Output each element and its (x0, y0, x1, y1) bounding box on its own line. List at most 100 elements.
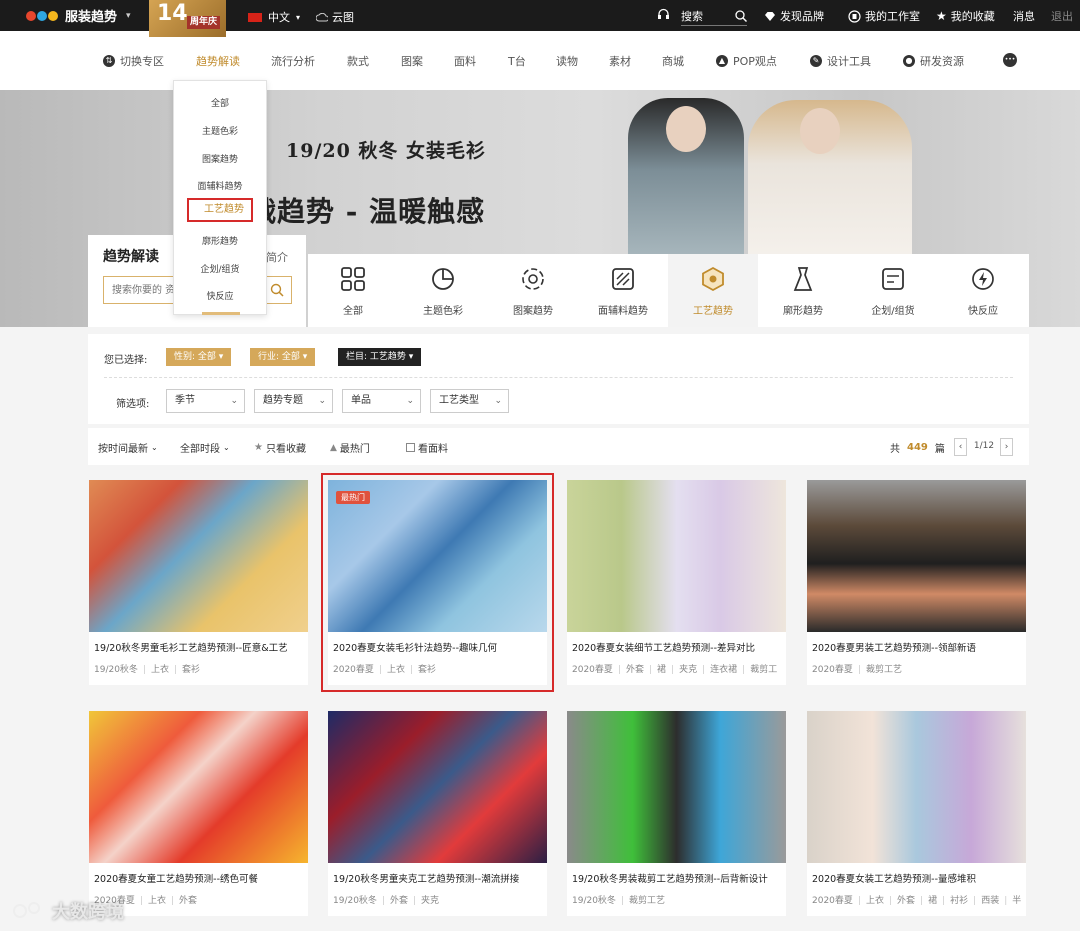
language-switch[interactable]: 中文 ▾ (248, 9, 300, 25)
nav-runway[interactable]: T台 (508, 53, 526, 69)
select-item[interactable]: 单品 ⌄ (342, 389, 421, 413)
filter-tag-industry[interactable]: 行业: 全部 ▾ (250, 348, 316, 366)
messages-link[interactable]: 消息 (1013, 8, 1035, 24)
article-tag[interactable]: 2020春夏 (333, 662, 374, 675)
search-icon[interactable] (735, 10, 747, 22)
article-tag[interactable]: 外套 (889, 893, 915, 906)
article-tag[interactable]: 套衫 (174, 662, 200, 675)
article-tag[interactable]: 上衣 (140, 893, 166, 906)
nav-books[interactable]: 读物 (556, 53, 578, 69)
dropdown-item-fast[interactable]: 快反应 (174, 289, 266, 302)
nav-design-tools[interactable]: ✎ 设计工具 (810, 53, 871, 69)
article-tag[interactable]: 裁剪工艺 (621, 893, 665, 906)
cloud-link[interactable]: 云图 (316, 9, 354, 25)
category-fast-response[interactable]: 快反应 (938, 254, 1028, 327)
article-tag[interactable]: 西装 (973, 893, 999, 906)
nav-switch-zone[interactable]: ⇅ 切换专区 (103, 53, 164, 69)
panel-intro[interactable]: 简介 (266, 249, 288, 265)
nav-mall[interactable]: 商城 (662, 53, 684, 69)
article-card[interactable]: 2020春夏女童工艺趋势预测--绣色可餐 2020春夏上衣外套 (89, 711, 308, 916)
article-thumbnail[interactable] (807, 480, 1026, 632)
pop-logo[interactable]: 服装趋势 ▾ (26, 6, 131, 25)
article-tag[interactable]: 裙 (920, 893, 937, 906)
top-search[interactable]: 搜索 (681, 8, 747, 26)
article-thumbnail[interactable] (567, 711, 786, 863)
nav-fabrics[interactable]: 面料 (454, 53, 476, 69)
article-tag[interactable]: 外套 (382, 893, 408, 906)
article-tag[interactable]: 裙 (649, 662, 666, 675)
sort-by-fabric[interactable]: 看面料 (406, 440, 448, 455)
article-tag[interactable]: 2020春夏 (812, 662, 853, 675)
logout-link[interactable]: 退出 (1051, 8, 1073, 24)
article-tag[interactable]: 夹克 (413, 893, 439, 906)
article-card-highlighted[interactable]: 最热门 2020春夏女装毛衫针法趋势--趣味几何 2020春夏上衣套衫 (321, 473, 554, 692)
dropdown-item-color[interactable]: 主题色彩 (174, 124, 266, 137)
category-planning[interactable]: 企划/组货 (848, 254, 938, 327)
article-title[interactable]: 19/20秋冬男装裁剪工艺趋势预测--后背新设计 (572, 871, 784, 885)
article-tag[interactable]: 19/20秋冬 (333, 893, 377, 906)
article-tag[interactable]: 外套 (618, 662, 644, 675)
article-tag[interactable]: 2020春夏 (812, 893, 853, 906)
select-topic[interactable]: 趋势专题 ⌄ (254, 389, 333, 413)
my-favorites-link[interactable]: ★ 我的收藏 (936, 8, 995, 24)
article-tag[interactable]: 夹克 (671, 662, 697, 675)
article-tag[interactable]: 19/20秋冬 (94, 662, 138, 675)
prev-page-button[interactable]: ‹ (954, 438, 967, 456)
article-tag[interactable]: 半 (1004, 893, 1021, 906)
article-card[interactable]: 2020春夏男装工艺趋势预测--领部新语 2020春夏裁剪工艺 (807, 480, 1026, 685)
headset-icon[interactable] (657, 8, 670, 21)
next-page-button[interactable]: › (1000, 438, 1013, 456)
article-thumbnail[interactable] (567, 480, 786, 632)
article-card[interactable]: 2020春夏女装工艺趋势预测--量感堆积 2020春夏上衣外套裙衬衫西装半 (807, 711, 1026, 916)
nav-pop-views[interactable]: ▲ POP观点 (716, 53, 777, 69)
select-craft-type[interactable]: 工艺类型 ⌄ (430, 389, 509, 413)
article-thumbnail[interactable] (89, 480, 308, 632)
nav-styles[interactable]: 款式 (347, 53, 369, 69)
article-card[interactable]: 19/20秋冬男童毛衫工艺趋势预测--匠意&工艺 19/20秋冬上衣套衫 (89, 480, 308, 685)
category-fabric[interactable]: 面辅料趋势 (578, 254, 668, 327)
nav-patterns[interactable]: 图案 (401, 53, 423, 69)
article-tag[interactable]: 上衣 (379, 662, 405, 675)
sort-hottest[interactable]: ▲ 最热门 (330, 440, 370, 456)
nav-materials[interactable]: 素材 (609, 53, 631, 69)
dropdown-item-planning[interactable]: 企划/组货 (174, 262, 266, 275)
dropdown-item-fabric[interactable]: 面辅料趋势 (174, 179, 266, 192)
article-title[interactable]: 2020春夏女装工艺趋势预测--量感堆积 (812, 871, 1024, 885)
dropdown-item-silhouette[interactable]: 廓形趋势 (174, 234, 266, 247)
discover-brand-link[interactable]: 发现品牌 (764, 8, 824, 24)
article-thumbnail[interactable] (807, 711, 1026, 863)
category-craft[interactable]: 工艺趋势 (668, 254, 758, 327)
article-thumbnail[interactable] (328, 711, 547, 863)
article-tag[interactable]: 上衣 (858, 893, 884, 906)
article-tag[interactable]: 连衣裙 (702, 662, 737, 675)
article-title[interactable]: 2020春夏女童工艺趋势预测--绣色可餐 (94, 871, 306, 885)
article-tag[interactable]: 衬衫 (942, 893, 968, 906)
dropdown-item-all[interactable]: 全部 (174, 96, 266, 109)
nav-more[interactable]: ••• (1003, 53, 1017, 67)
nav-trend-analysis[interactable]: 流行分析 (271, 53, 315, 69)
chevron-down-icon[interactable]: ▾ (126, 11, 131, 21)
select-season[interactable]: 季节 ⌄ (166, 389, 245, 413)
article-title[interactable]: 2020春夏女装毛衫针法趋势--趣味几何 (333, 640, 545, 654)
article-tag[interactable]: 2020春夏 (572, 662, 613, 675)
sort-all-time[interactable]: 全部时段 ⌄ (180, 440, 230, 455)
category-pattern[interactable]: 图案趋势 (488, 254, 578, 327)
category-all[interactable]: 全部 (308, 254, 398, 327)
article-title[interactable]: 19/20秋冬男童毛衫工艺趋势预测--匠意&工艺 (94, 640, 306, 654)
my-studio-link[interactable]: 我的工作室 (848, 8, 920, 24)
filter-tag-gender[interactable]: 性别: 全部 ▾ (166, 348, 232, 366)
nav-rd-resources[interactable]: ● 研发资源 (903, 53, 964, 69)
anniversary-badge[interactable]: 14 周年庆 (149, 0, 226, 37)
article-tag[interactable]: 上衣 (143, 662, 169, 675)
dropdown-item-craft[interactable]: 工艺趋势 (187, 198, 253, 222)
article-title[interactable]: 2020春夏女装细节工艺趋势预测--差异对比 (572, 640, 784, 654)
nav-trend-interpretation[interactable]: 趋势解读 (196, 53, 240, 69)
article-title[interactable]: 19/20秋冬男童夹克工艺趋势预测--潮流拼接 (333, 871, 545, 885)
sort-by-time[interactable]: 按时间最新 ⌄ (98, 440, 158, 455)
article-tag[interactable]: 套衫 (410, 662, 436, 675)
article-title[interactable]: 2020春夏男装工艺趋势预测--领部新语 (812, 640, 1024, 654)
dropdown-item-pattern[interactable]: 图案趋势 (174, 152, 266, 165)
article-tag[interactable]: 外套 (171, 893, 197, 906)
article-card[interactable]: 19/20秋冬男童夹克工艺趋势预测--潮流拼接 19/20秋冬外套夹克 (328, 711, 547, 916)
article-thumbnail[interactable] (89, 711, 308, 863)
